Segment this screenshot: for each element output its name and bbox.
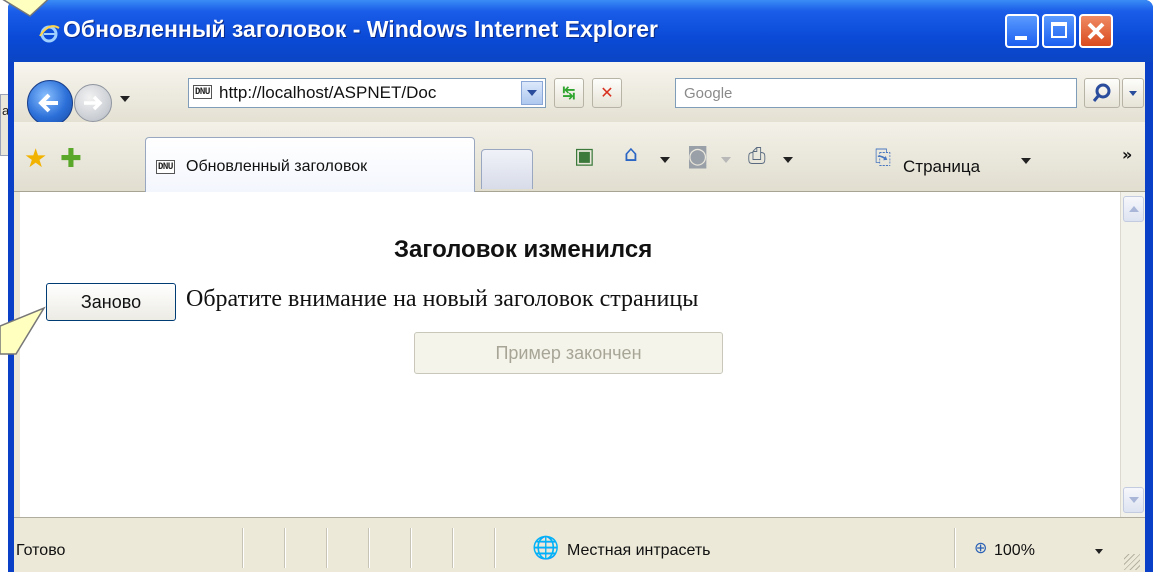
window-title: Обновленный заголовок - Windows Internet… (63, 16, 658, 42)
add-favorite-icon[interactable]: ✚ (60, 146, 82, 172)
minimize-button[interactable] (1005, 14, 1039, 48)
page-heading: Заголовок изменился (394, 236, 653, 263)
minimize-icon (1015, 36, 1027, 40)
again-button[interactable]: Заново (46, 283, 176, 321)
feeds-icon[interactable]: ◙ (687, 146, 708, 168)
maximize-button[interactable] (1042, 14, 1076, 48)
title-bar[interactable]: Обновленный заголовок - Windows Internet… (8, 0, 1153, 62)
refresh-button[interactable]: ↹ (554, 78, 584, 108)
browser-frame: DNU http://localhost/ASPNET/Doc ↹ ✕ Goog… (14, 62, 1145, 572)
page-menu-dropdown[interactable] (1021, 158, 1031, 164)
status-separator (452, 528, 454, 568)
home-icon[interactable]: ⌂ (624, 144, 638, 166)
recent-pages-dropdown[interactable] (120, 96, 130, 102)
example-finished-button: Пример закончен (414, 332, 723, 374)
status-separator (242, 528, 244, 568)
tab-bar: ★ ✚ DNU Обновленный заголовок ▣ ⌂ ◙ ⎙ ⎘ … (14, 122, 1145, 193)
arrow-left-icon (38, 93, 58, 113)
refresh-icon: ↹ (562, 83, 576, 102)
page-content: Заголовок изменился Заново Обратите вним… (20, 192, 1120, 517)
close-icon (1087, 22, 1105, 40)
status-text: Готово (16, 542, 66, 559)
address-bar[interactable]: DNU http://localhost/ASPNET/Doc (188, 78, 546, 108)
tab-label: Обновленный заголовок (186, 158, 368, 175)
internet-explorer-icon (39, 25, 60, 43)
new-tab-button[interactable] (481, 149, 533, 189)
print-dropdown[interactable] (783, 157, 793, 163)
status-separator (368, 528, 370, 568)
tab-active[interactable]: DNU Обновленный заголовок (145, 137, 475, 193)
resize-grip[interactable] (1124, 554, 1140, 570)
page-icon[interactable]: ⎘ (875, 146, 891, 168)
scroll-up-button[interactable] (1123, 196, 1144, 222)
address-dropdown-button[interactable] (521, 81, 543, 105)
search-button[interactable] (1084, 78, 1120, 108)
magnifier-icon (1092, 83, 1111, 102)
print-icon[interactable]: ⎙ (748, 146, 766, 168)
browser-window: Обновленный заголовок - Windows Internet… (8, 0, 1153, 572)
vertical-scrollbar[interactable] (1120, 192, 1145, 517)
address-input[interactable]: http://localhost/ASPNET/Doc (219, 83, 519, 103)
intranet-zone-icon: 🌐 (532, 536, 560, 561)
stop-button[interactable]: ✕ (592, 78, 622, 108)
quick-tabs-icon[interactable]: ▣ (574, 146, 595, 168)
site-favicon: DNU (193, 85, 212, 99)
tab-favicon: DNU (156, 160, 175, 174)
page-menu[interactable]: Страница (903, 157, 980, 177)
status-separator (494, 528, 496, 568)
search-placeholder: Google (684, 85, 733, 102)
scroll-down-button[interactable] (1123, 487, 1144, 513)
arrow-right-icon (84, 95, 103, 111)
search-options-dropdown[interactable] (1122, 78, 1144, 108)
page-note: Обратите внимание на новый заголовок стр… (186, 286, 699, 312)
forward-button[interactable] (74, 84, 112, 122)
close-button[interactable] (1079, 14, 1113, 48)
callout-pointer-top (2, 0, 49, 17)
stop-icon: ✕ (600, 83, 614, 102)
home-dropdown[interactable] (660, 157, 670, 163)
back-button[interactable] (27, 80, 73, 126)
feeds-dropdown[interactable] (721, 157, 731, 163)
status-bar: Готово 🌐 Местная интрасеть ⊕ 100% (14, 517, 1145, 572)
navigation-bar: DNU http://localhost/ASPNET/Doc ↹ ✕ Goog… (14, 62, 1145, 126)
status-separator (410, 528, 412, 568)
zoom-dropdown[interactable] (1095, 549, 1103, 554)
security-zone[interactable]: Местная интрасеть (567, 542, 711, 560)
status-separator (954, 528, 956, 568)
more-tools-chevron[interactable]: » (1122, 145, 1132, 164)
favorites-star-icon[interactable]: ★ (24, 146, 47, 172)
search-field[interactable]: Google (675, 78, 1077, 108)
zoom-icon: ⊕ (974, 538, 988, 557)
maximize-icon (1051, 22, 1067, 38)
status-separator (326, 528, 328, 568)
zoom-level[interactable]: 100% (994, 542, 1035, 560)
callout-pointer-left (0, 306, 46, 355)
status-separator (284, 528, 286, 568)
